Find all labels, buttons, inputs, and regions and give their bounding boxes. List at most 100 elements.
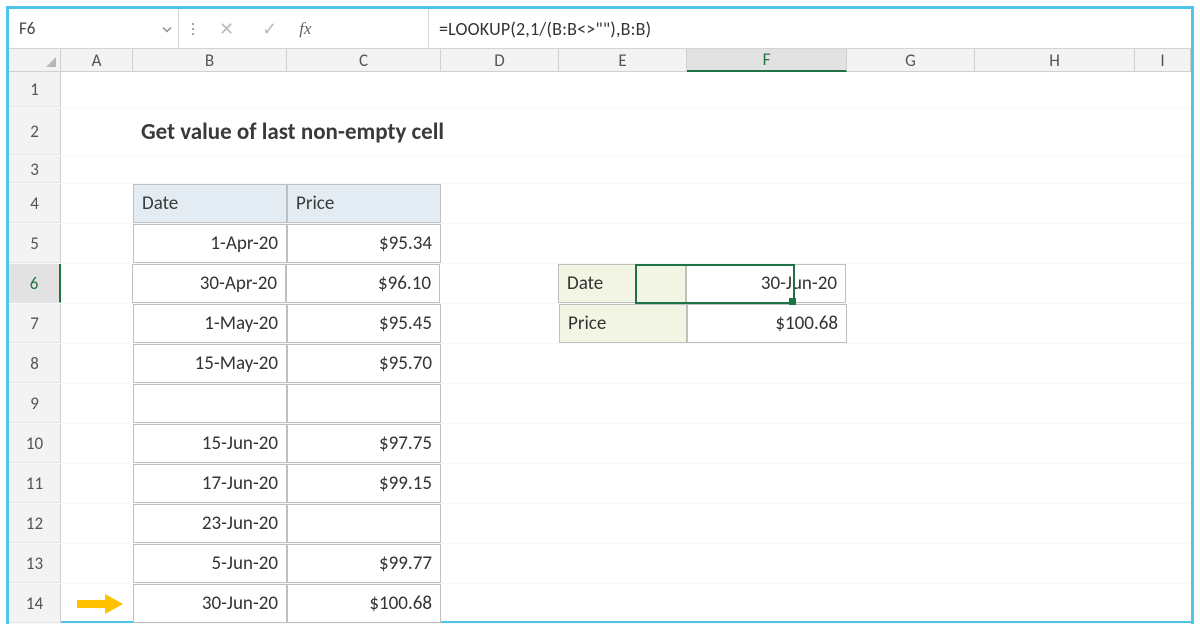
- col-header-B[interactable]: B: [133, 49, 287, 71]
- col-header-G[interactable]: G: [847, 49, 975, 71]
- cell-H6[interactable]: [974, 264, 1134, 303]
- cell-C10[interactable]: $97.75: [287, 424, 441, 463]
- formula-input[interactable]: =LOOKUP(2,1/(B:B<>""),B:B): [429, 9, 1191, 48]
- cell-H14[interactable]: [975, 584, 1135, 623]
- cell-D11[interactable]: [441, 464, 559, 503]
- table-header-date[interactable]: Date: [133, 184, 287, 223]
- cell-G6[interactable]: [846, 264, 974, 303]
- col-header-D[interactable]: D: [441, 49, 559, 71]
- cell-I4[interactable]: [1135, 184, 1191, 223]
- result-label-date[interactable]: Date: [558, 264, 686, 303]
- cell-G14[interactable]: [847, 584, 975, 623]
- cell-A3[interactable]: [61, 156, 133, 183]
- row-header-3[interactable]: 3: [9, 156, 61, 183]
- cell-B14[interactable]: 30-Jun-20: [133, 584, 287, 623]
- cancel-icon[interactable]: ✕: [211, 18, 242, 40]
- cell-G10[interactable]: [847, 424, 975, 463]
- cell-H3[interactable]: [975, 156, 1135, 183]
- select-all-corner[interactable]: [9, 49, 61, 71]
- cell-D10[interactable]: [441, 424, 559, 463]
- cell-C6[interactable]: $96.10: [286, 264, 440, 303]
- cell-C7[interactable]: $95.45: [287, 304, 441, 343]
- cell-G9[interactable]: [847, 384, 975, 423]
- cell-C14[interactable]: $100.68: [287, 584, 441, 623]
- cell-I6[interactable]: [1134, 264, 1191, 303]
- row-header-8[interactable]: 8: [9, 344, 61, 383]
- cell-H13[interactable]: [975, 544, 1135, 583]
- cell-A4[interactable]: [61, 184, 133, 223]
- row-header-13[interactable]: 13: [9, 544, 61, 583]
- cell-A13[interactable]: [61, 544, 133, 583]
- cell-F13[interactable]: [687, 544, 847, 583]
- cell-F10[interactable]: [687, 424, 847, 463]
- cell-E12[interactable]: [559, 504, 687, 543]
- row-header-12[interactable]: 12: [9, 504, 61, 543]
- cell-D8[interactable]: [441, 344, 559, 383]
- cell-A6[interactable]: [60, 264, 132, 303]
- cell-C13[interactable]: $99.77: [287, 544, 441, 583]
- chevron-down-icon[interactable]: [162, 18, 172, 39]
- cell-G5[interactable]: [847, 224, 975, 263]
- row-header-4[interactable]: 4: [9, 184, 61, 223]
- cell-H4[interactable]: [975, 184, 1135, 223]
- cell-G1[interactable]: [847, 72, 975, 107]
- cell-B3[interactable]: [133, 156, 287, 183]
- cell-I13[interactable]: [1135, 544, 1191, 583]
- cell-C1[interactable]: [287, 72, 441, 107]
- result-value-date[interactable]: 30-Jun-20: [686, 264, 846, 303]
- cell-I8[interactable]: [1135, 344, 1191, 383]
- cell-C5[interactable]: $95.34: [287, 224, 441, 263]
- cell-A7[interactable]: [61, 304, 133, 343]
- cell-A8[interactable]: [61, 344, 133, 383]
- cell-B6[interactable]: 30-Apr-20: [132, 264, 286, 303]
- cell-I12[interactable]: [1135, 504, 1191, 543]
- cell-B5[interactable]: 1-Apr-20: [133, 224, 287, 263]
- col-header-I[interactable]: I: [1135, 49, 1191, 71]
- cell-E5[interactable]: [559, 224, 687, 263]
- cell-E14[interactable]: [559, 584, 687, 623]
- cell-A11[interactable]: [61, 464, 133, 503]
- cell-F1[interactable]: [687, 72, 847, 107]
- cell-G4[interactable]: [847, 184, 975, 223]
- cell-A12[interactable]: [61, 504, 133, 543]
- cell-I10[interactable]: [1135, 424, 1191, 463]
- cell-H10[interactable]: [975, 424, 1135, 463]
- cell-A1[interactable]: [61, 72, 133, 107]
- cell-D4[interactable]: [441, 184, 559, 223]
- cell-B8[interactable]: 15-May-20: [133, 344, 287, 383]
- row-header-6[interactable]: 6: [9, 264, 61, 303]
- cell-A2[interactable]: [61, 108, 133, 155]
- cell-B7[interactable]: 1-May-20: [133, 304, 287, 343]
- cell-A5[interactable]: [61, 224, 133, 263]
- row-header-10[interactable]: 10: [9, 424, 61, 463]
- cell-F5[interactable]: [687, 224, 847, 263]
- cell-B9[interactable]: [133, 384, 287, 423]
- cell-E13[interactable]: [559, 544, 687, 583]
- cell-I14[interactable]: [1135, 584, 1191, 623]
- cell-F8[interactable]: [687, 344, 847, 383]
- cell-D14[interactable]: [441, 584, 559, 623]
- cell-F12[interactable]: [687, 504, 847, 543]
- cell-G8[interactable]: [847, 344, 975, 383]
- col-header-H[interactable]: H: [975, 49, 1135, 71]
- cell-B11[interactable]: 17-Jun-20: [133, 464, 287, 503]
- col-header-E[interactable]: E: [559, 49, 687, 71]
- cell-G3[interactable]: [847, 156, 975, 183]
- cell-B10[interactable]: 15-Jun-20: [133, 424, 287, 463]
- cell-A9[interactable]: [61, 384, 133, 423]
- cell-G7[interactable]: [847, 304, 975, 343]
- cell-C12[interactable]: [287, 504, 441, 543]
- row-header-1[interactable]: 1: [9, 72, 61, 107]
- cell-I3[interactable]: [1135, 156, 1191, 183]
- row-header-5[interactable]: 5: [9, 224, 61, 263]
- cell-G13[interactable]: [847, 544, 975, 583]
- cell-I1[interactable]: [1135, 72, 1191, 107]
- row-header-2[interactable]: 2: [9, 108, 61, 155]
- result-label-price[interactable]: Price: [559, 304, 687, 343]
- cell-E8[interactable]: [559, 344, 687, 383]
- cell-E3[interactable]: [559, 156, 687, 183]
- cell-H1[interactable]: [975, 72, 1135, 107]
- cell-B1[interactable]: [133, 72, 287, 107]
- cell-C3[interactable]: [287, 156, 441, 183]
- cell-E9[interactable]: [559, 384, 687, 423]
